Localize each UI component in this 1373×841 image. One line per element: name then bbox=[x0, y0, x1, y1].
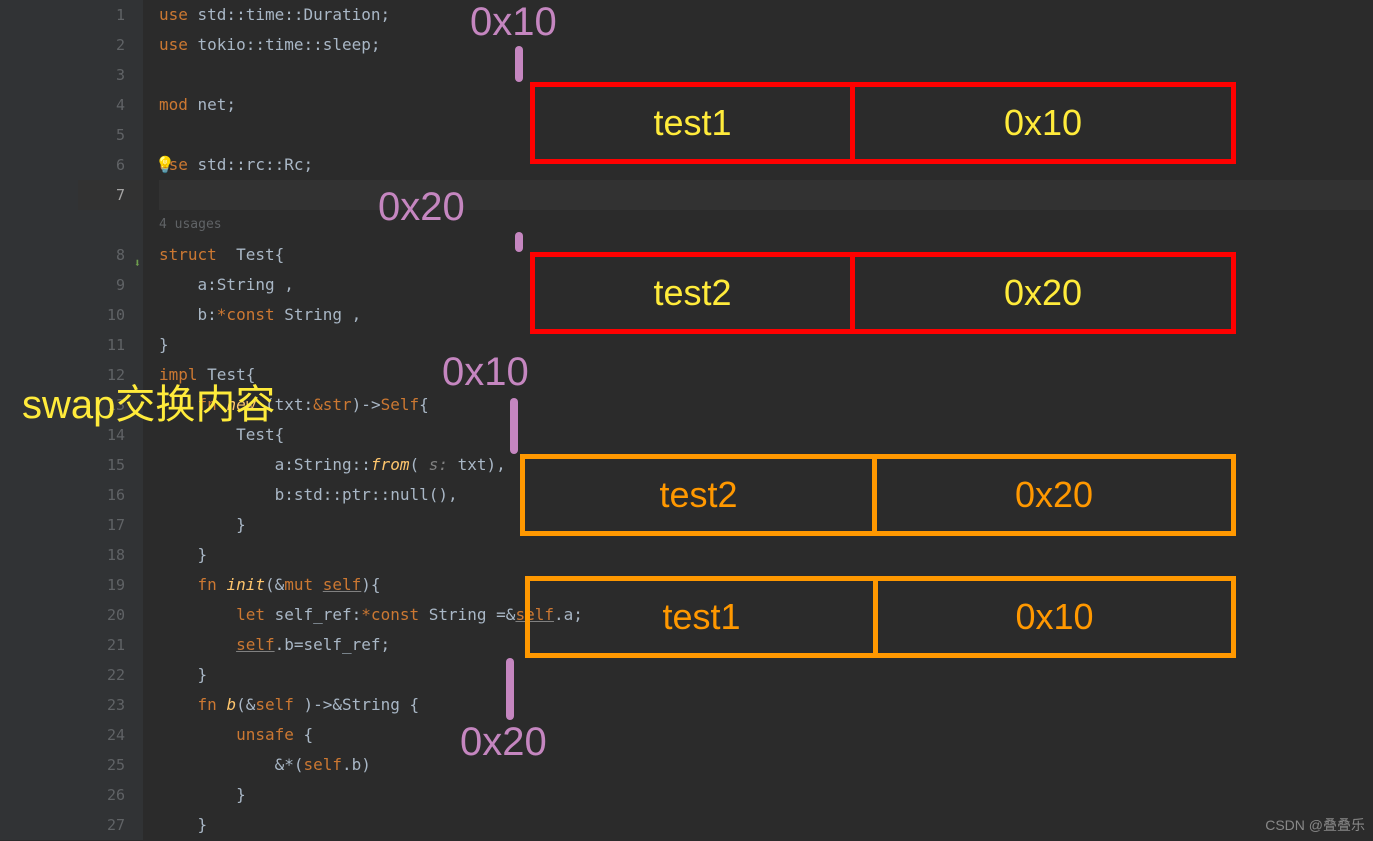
line-number: 3 bbox=[78, 60, 143, 90]
usages-annotation bbox=[78, 210, 143, 240]
line-number: 21 bbox=[78, 630, 143, 660]
mem-cell: 0x20 bbox=[877, 459, 1231, 531]
pointer-bar bbox=[506, 658, 514, 720]
code-line-current bbox=[159, 180, 1373, 210]
code-line: impl Test{ bbox=[159, 360, 1373, 390]
line-number: 2 bbox=[78, 30, 143, 60]
line-number: 24 bbox=[78, 720, 143, 750]
watermark: CSDN @叠叠乐 bbox=[1265, 815, 1365, 835]
memory-box-3: test2 0x20 bbox=[520, 454, 1236, 536]
code-line: fn b(&self )->&String { bbox=[159, 690, 1373, 720]
code-line: } bbox=[159, 540, 1373, 570]
pointer-bar bbox=[510, 398, 518, 454]
line-number: 26 bbox=[78, 780, 143, 810]
mem-cell: test1 bbox=[530, 581, 878, 653]
swap-label: swap交换内容 bbox=[22, 372, 275, 430]
line-number: 20 bbox=[78, 600, 143, 630]
line-number: 6 bbox=[78, 150, 143, 180]
line-number: 23 bbox=[78, 690, 143, 720]
code-line: use tokio::time::sleep; bbox=[159, 30, 1373, 60]
line-number: 16 bbox=[78, 480, 143, 510]
address-label-4: 0x20 bbox=[460, 720, 547, 765]
lightbulb-icon[interactable]: 💡 bbox=[155, 155, 175, 174]
mem-cell: 0x10 bbox=[855, 87, 1231, 159]
mem-cell: test2 bbox=[525, 459, 877, 531]
code-line: } bbox=[159, 780, 1373, 810]
mem-cell: test1 bbox=[535, 87, 855, 159]
address-label-1: 0x10 bbox=[470, 0, 557, 45]
line-number: 15 bbox=[78, 450, 143, 480]
line-number: 8⬇ bbox=[78, 240, 143, 270]
code-line: Test{ bbox=[159, 420, 1373, 450]
memory-box-2: test2 0x20 bbox=[530, 252, 1236, 334]
code-line: &*(self.b) bbox=[159, 750, 1373, 780]
mem-cell: test2 bbox=[535, 257, 855, 329]
line-number: 18 bbox=[78, 540, 143, 570]
address-label-3: 0x10 bbox=[442, 350, 529, 395]
line-number: 25 bbox=[78, 750, 143, 780]
memory-box-1: test1 0x10 bbox=[530, 82, 1236, 164]
line-number: 1 bbox=[78, 0, 143, 30]
mem-cell: 0x20 bbox=[855, 257, 1231, 329]
usages-hint[interactable]: 4 usages bbox=[159, 210, 1373, 240]
line-number: 10 bbox=[78, 300, 143, 330]
code-line: } bbox=[159, 330, 1373, 360]
pointer-bar bbox=[515, 46, 523, 82]
code-line: unsafe { bbox=[159, 720, 1373, 750]
line-number: 22 bbox=[78, 660, 143, 690]
line-number: 4 bbox=[78, 90, 143, 120]
line-number: 27 bbox=[78, 810, 143, 840]
line-number: 5 bbox=[78, 120, 143, 150]
line-number: 19 bbox=[78, 570, 143, 600]
code-line: } bbox=[159, 810, 1373, 840]
line-number: 11 bbox=[78, 330, 143, 360]
code-line: fn new (txt:&str)->Self{ bbox=[159, 390, 1373, 420]
mem-cell: 0x10 bbox=[878, 581, 1231, 653]
line-number: 17 bbox=[78, 510, 143, 540]
code-line: } bbox=[159, 660, 1373, 690]
line-number: 9 bbox=[78, 270, 143, 300]
memory-box-4: test1 0x10 bbox=[525, 576, 1236, 658]
pointer-bar bbox=[515, 232, 523, 252]
address-label-2: 0x20 bbox=[378, 185, 465, 230]
code-line: use std::time::Duration; bbox=[159, 0, 1373, 30]
line-number-current: 7 bbox=[78, 180, 143, 210]
